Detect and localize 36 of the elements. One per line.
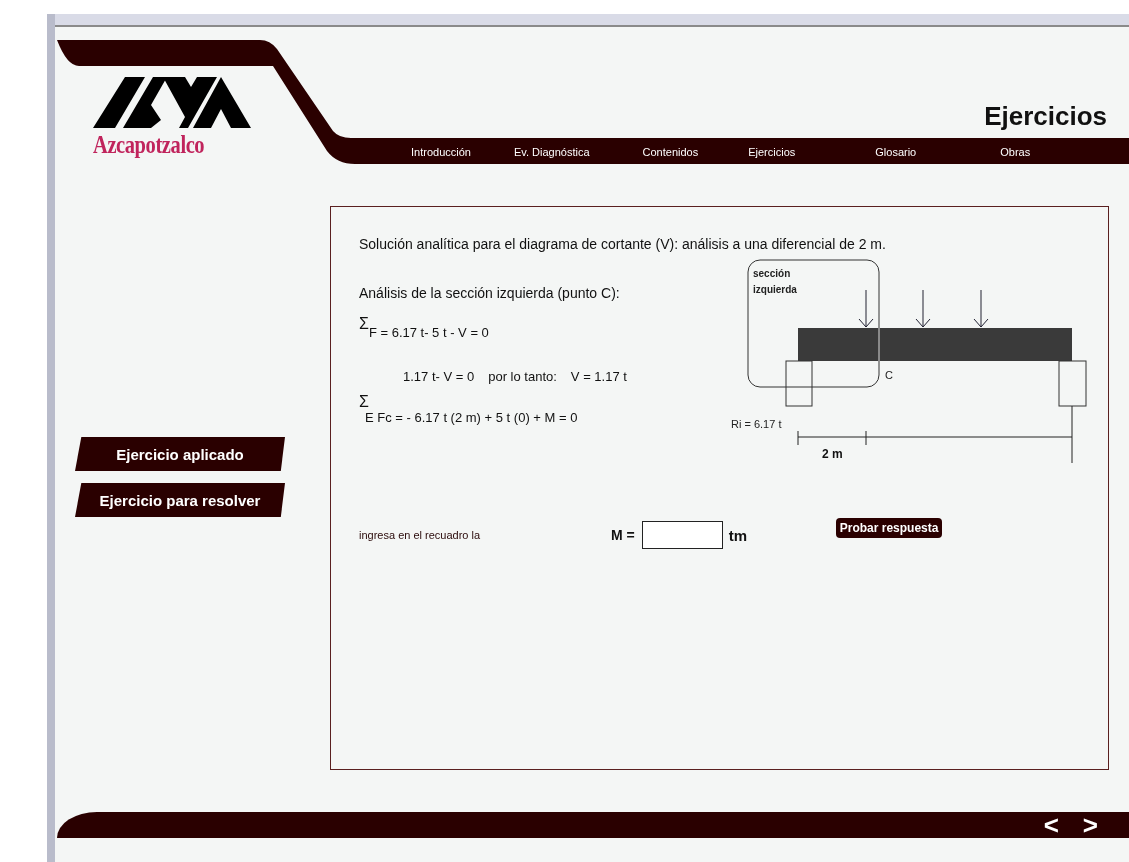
- section-heading: Análisis de la sección izquierda (punto C):: [359, 284, 621, 302]
- panel-heading: Solución analítica para el diagrama de cortante (V): análisis a una diferencial de 2 m.: [359, 235, 887, 253]
- logo-text: Azcapotzalco: [93, 131, 206, 159]
- exercise-button[interactable]: Ejercicio para resolver: [75, 483, 285, 517]
- nav-link[interactable]: Obras: [1000, 146, 1031, 158]
- equation-text: 1.17 t- V = 0: [403, 369, 475, 384]
- load-arrow: [973, 289, 989, 328]
- variable-label: M =: [611, 527, 635, 543]
- previous-button[interactable]: <: [1040, 812, 1062, 838]
- load-arrow: [858, 289, 874, 328]
- page-title: Ejercicios: [984, 101, 1107, 131]
- reaction-label: Ri = 6.17 t: [731, 418, 782, 430]
- section-label: izquierda: [753, 284, 797, 295]
- support: [1058, 360, 1087, 407]
- sigma-symbol: Σ: [359, 316, 369, 332]
- point-label: C: [885, 369, 893, 381]
- nav-link[interactable]: Introducción: [411, 146, 471, 158]
- nav-link[interactable]: Contenidos: [642, 146, 699, 158]
- answer-field[interactable]: [641, 521, 723, 549]
- check-answer-button[interactable]: Probar respuesta: [835, 518, 943, 538]
- support: [785, 360, 813, 407]
- section-label: sección: [753, 268, 791, 279]
- exercise-button[interactable]: Ejercicio aplicado: [75, 437, 285, 471]
- nav-link[interactable]: Ejercicios: [748, 146, 796, 158]
- equation-text: E Fc = - 6.17 t (2 m) + 5 t (0) + M = 0: [365, 410, 579, 425]
- equation-text: V = 1.17 t: [570, 369, 627, 384]
- unit-label: tm: [728, 526, 749, 544]
- equation-text: F = 6.17 t- 5 t - V = 0: [368, 325, 489, 340]
- distance-label: 2 m: [822, 447, 843, 461]
- answer-prompt: ingresa en el recuadro la: [359, 529, 482, 541]
- load-arrow: [915, 289, 931, 328]
- sigma-symbol: Σ: [359, 394, 370, 410]
- next-button[interactable]: >: [1079, 812, 1101, 838]
- nav-link[interactable]: Glosario: [875, 146, 917, 158]
- nav-link[interactable]: Ev. Diagnóstica: [513, 146, 590, 158]
- equation-text: por lo tanto:: [488, 369, 557, 384]
